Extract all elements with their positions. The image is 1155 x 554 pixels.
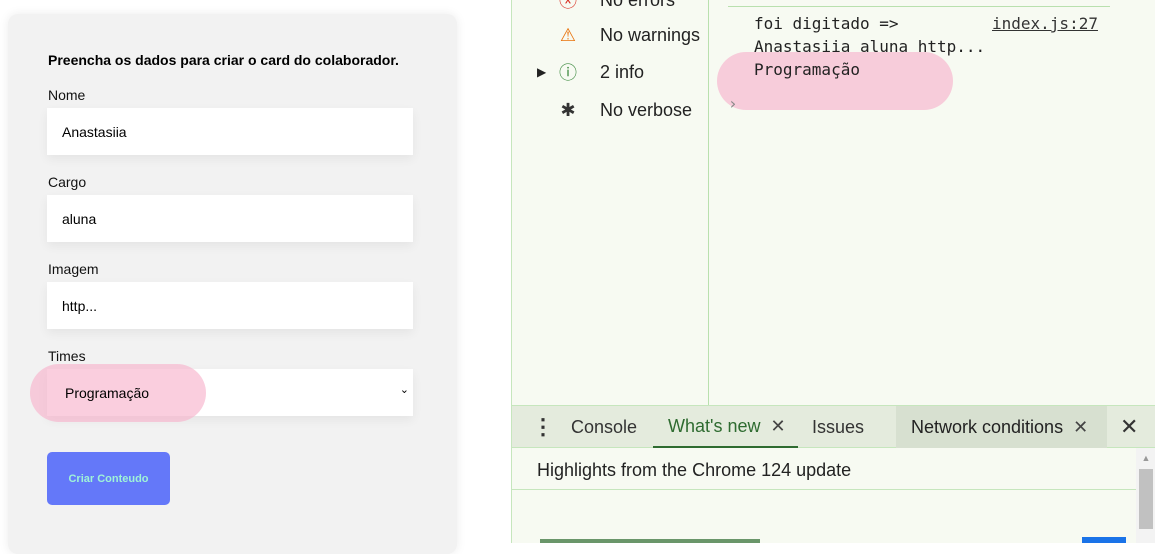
source-link[interactable]: index.js:27 [992,14,1098,33]
bug-icon: ✱ [560,99,576,120]
info-icon: ⓘ [559,63,577,83]
team-label: Times [48,348,86,364]
expand-arrow-icon[interactable]: ▶ [537,65,546,79]
devtools-panel: ⓧNo errors ⚠No warnings ▶ⓘ2 info ✱No ver… [511,0,1155,543]
name-input[interactable]: Anastasiia [47,108,413,155]
tab-console[interactable]: Console [571,406,637,448]
warning-icon: ⚠ [559,24,577,45]
more-options-icon[interactable]: ⋮ [532,406,554,448]
tab-network-conditions[interactable]: Network conditions ✕ [896,406,1107,448]
scroll-up-icon[interactable]: ▲ [1136,453,1155,463]
error-icon: ⓧ [559,0,577,11]
close-drawer-icon[interactable]: ✕ [1120,406,1138,448]
tab-whats-new[interactable]: What's new ✕ [653,406,798,448]
close-icon[interactable]: ✕ [770,416,785,437]
console-sidebar: ⓧNo errors ⚠No warnings ▶ⓘ2 info ✱No ver… [512,0,709,405]
create-content-button[interactable]: Criar Conteudo [47,452,170,505]
close-icon[interactable]: ✕ [1073,417,1088,438]
divider [512,489,1136,490]
image-label: Imagem [48,261,99,277]
team-select-value: Programação [65,384,150,401]
blue-button-partial[interactable] [1082,537,1126,543]
chevron-down-icon: ⌄ [399,384,409,396]
partial-heading [540,535,770,543]
sidebar-item-errors[interactable]: ⓧNo errors [557,0,675,12]
drawer-tabbar: ⋮ Console What's new ✕ Issues Network con… [512,405,1155,448]
form-card: Preencha os dados para criar o card do c… [8,14,457,554]
role-label: Cargo [48,174,87,190]
scrollbar-thumb[interactable] [1139,469,1153,529]
form-title: Preencha os dados para criar o card do c… [48,52,399,68]
tab-issues[interactable]: Issues [812,406,864,448]
image-input[interactable]: http... [47,282,413,329]
sidebar-item-info[interactable]: ▶ ⓘ 2 info [537,60,644,84]
sidebar-item-warnings[interactable]: ⚠ No warnings [557,23,700,47]
console-message: foi digitado => [754,14,899,33]
role-input[interactable]: aluna [47,195,413,242]
scrollbar[interactable]: ▲ [1136,448,1155,543]
divider [728,6,1110,7]
console-prompt-icon[interactable]: › [728,94,738,113]
console-message-team: Programação [754,60,860,79]
drawer-heading: Highlights from the Chrome 124 update [537,460,852,480]
name-label: Nome [48,87,86,103]
sidebar-item-verbose[interactable]: ✱ No verbose [557,98,692,122]
